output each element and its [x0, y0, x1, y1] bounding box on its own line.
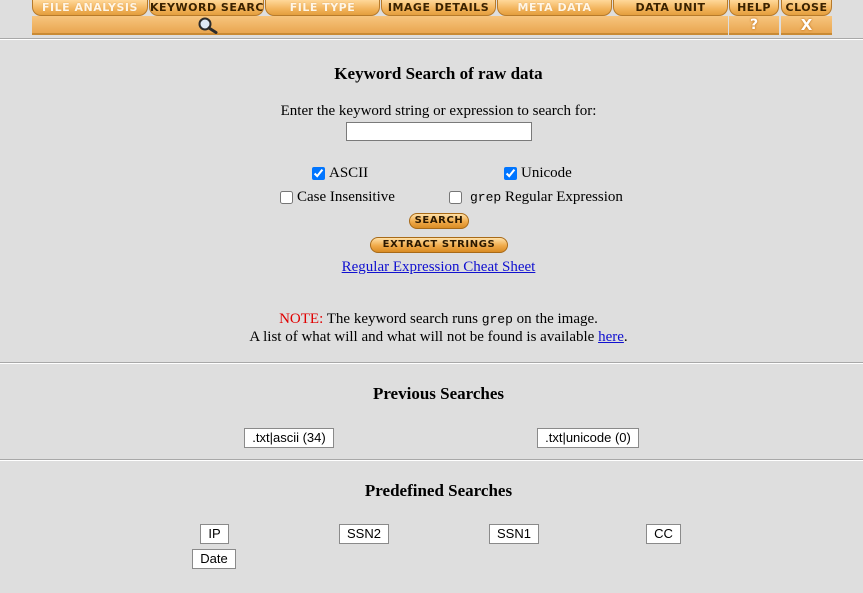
- search-title-wrap: Keyword Search of raw data: [0, 64, 863, 84]
- search-prompt: Enter the keyword string or expression t…: [280, 103, 597, 119]
- regex-option[interactable]: grep Regular Expression: [449, 189, 623, 206]
- tab-close[interactable]: Close: [781, 0, 832, 16]
- ascii-checkbox[interactable]: [312, 167, 325, 180]
- keyword-input[interactable]: [346, 122, 532, 141]
- predefined-cc-button[interactable]: CC: [646, 524, 681, 544]
- predefined-ssn1-button[interactable]: SSN1: [489, 524, 539, 544]
- search-button[interactable]: Search: [409, 213, 469, 229]
- predefined-ip-button[interactable]: IP: [200, 524, 229, 544]
- found-list-link[interactable]: here: [598, 329, 624, 345]
- tab-keyword-search[interactable]: Keyword Search: [149, 0, 264, 16]
- tab-file-type[interactable]: File Type: [265, 0, 380, 16]
- cheat-sheet-wrap: Regular Expression Cheat Sheet: [0, 259, 863, 276]
- note-grep-word: grep: [481, 312, 513, 327]
- divider-middle: [0, 362, 863, 364]
- previous-search-unicode-button[interactable]: .txt|unicode (0): [537, 428, 639, 448]
- previous-searches-heading: Previous Searches: [372, 384, 505, 403]
- grep-word: grep: [470, 190, 502, 205]
- top-toolbar: File Analysis Keyword Search File Type I…: [32, 0, 832, 36]
- case-insensitive-checkbox[interactable]: [280, 191, 293, 204]
- note-line2-text: A list of what will and what will not be…: [249, 329, 595, 345]
- divider-bottom: [0, 459, 863, 461]
- keyword-search-subbar: [32, 16, 728, 35]
- note-line-1: NOTE: The keyword search runs grep on th…: [0, 311, 863, 328]
- page-title: Keyword Search of raw data: [334, 64, 543, 83]
- help-subbar[interactable]: ?: [729, 16, 779, 35]
- help-question-icon[interactable]: ?: [750, 17, 758, 33]
- note-text-after: on the image.: [516, 311, 598, 327]
- divider-top: [0, 38, 863, 40]
- close-icon[interactable]: X: [801, 16, 813, 34]
- regex-checkbox[interactable]: [449, 191, 462, 204]
- predefined-ssn2-button[interactable]: SSN2: [339, 524, 389, 544]
- case-insensitive-label: Case Insensitive: [297, 189, 395, 205]
- ascii-option[interactable]: ASCII: [312, 165, 368, 182]
- tab-help[interactable]: Help: [729, 0, 779, 16]
- case-insensitive-option[interactable]: Case Insensitive: [280, 189, 395, 206]
- predefined-heading-wrap: Predefined Searches: [0, 481, 863, 501]
- predefined-searches-heading: Predefined Searches: [364, 481, 513, 500]
- close-subbar[interactable]: X: [781, 16, 832, 35]
- magnifying-glass-icon[interactable]: [194, 16, 222, 34]
- ascii-label: ASCII: [329, 165, 369, 181]
- unicode-option[interactable]: Unicode: [504, 165, 572, 182]
- note-label: NOTE:: [279, 311, 324, 327]
- tab-image-details[interactable]: Image Details: [381, 0, 496, 16]
- tab-data-unit[interactable]: Data Unit: [613, 0, 728, 16]
- note-period: .: [623, 329, 628, 345]
- previous-heading-wrap: Previous Searches: [0, 384, 863, 404]
- tab-file-analysis[interactable]: File Analysis: [32, 0, 148, 16]
- tab-meta-data[interactable]: Meta Data: [497, 0, 612, 16]
- unicode-checkbox[interactable]: [504, 167, 517, 180]
- regex-cheat-sheet-link[interactable]: Regular Expression Cheat Sheet: [342, 259, 536, 275]
- note-line-2: A list of what will and what will not be…: [0, 329, 863, 346]
- unicode-label: Unicode: [521, 165, 572, 181]
- note-text-before: The keyword search runs: [326, 311, 478, 327]
- previous-search-ascii-button[interactable]: .txt|ascii (34): [244, 428, 334, 448]
- regex-label: Regular Expression: [504, 189, 623, 205]
- predefined-date-button[interactable]: Date: [192, 549, 236, 569]
- extract-strings-button[interactable]: Extract Strings: [370, 237, 508, 253]
